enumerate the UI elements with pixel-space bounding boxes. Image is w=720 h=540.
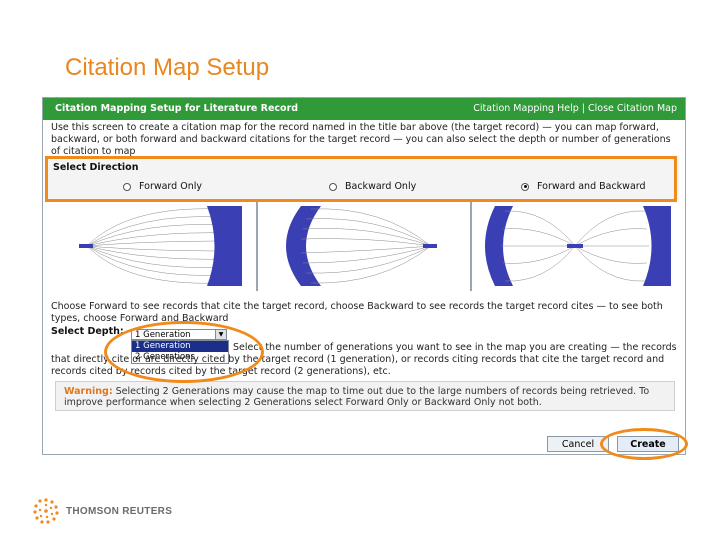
brand-logo: THOMSON REUTERS — [32, 497, 172, 525]
slide-title: Citation Map Setup — [65, 54, 270, 81]
window-titlebar: Citation Mapping Setup for Literature Re… — [43, 98, 685, 120]
forward-backward-map-graphic — [485, 206, 671, 286]
help-link[interactable]: Citation Mapping Help — [473, 103, 578, 114]
direction-help-text: Choose Forward to see records that cite … — [51, 301, 663, 324]
close-link[interactable]: Close Citation Map — [588, 103, 677, 114]
depth-highlight — [104, 321, 264, 383]
brand-name: THOMSON REUTERS — [66, 505, 173, 517]
direction-highlight — [45, 156, 677, 202]
create-highlight — [600, 428, 688, 460]
thumbnail-divider — [470, 201, 472, 291]
button-bar: Cancel Create — [43, 432, 685, 454]
citation-setup-window: Citation Mapping Setup for Literature Re… — [42, 97, 686, 455]
warning-label: Warning: — [64, 386, 113, 397]
backward-map-thumbnail[interactable] — [261, 201, 467, 291]
thomson-reuters-logo-icon — [33, 498, 59, 524]
forward-backward-map-thumbnail[interactable] — [475, 201, 681, 291]
warning-text: Selecting 2 Generations may cause the ma… — [64, 386, 650, 408]
titlebar-links: Citation Mapping Help | Close Citation M… — [473, 98, 677, 120]
window-title: Citation Mapping Setup for Literature Re… — [55, 103, 299, 114]
forward-map-graphic — [79, 206, 242, 286]
backward-map-graphic — [286, 206, 437, 286]
thumbnail-divider — [256, 201, 258, 291]
forward-map-thumbnail[interactable] — [47, 201, 253, 291]
depth-label: Select Depth: — [51, 326, 124, 337]
warning-box: Warning: Selecting 2 Generations may cau… — [55, 381, 675, 411]
link-separator: | — [581, 103, 585, 114]
intro-text: Use this screen to create a citation map… — [51, 122, 671, 157]
